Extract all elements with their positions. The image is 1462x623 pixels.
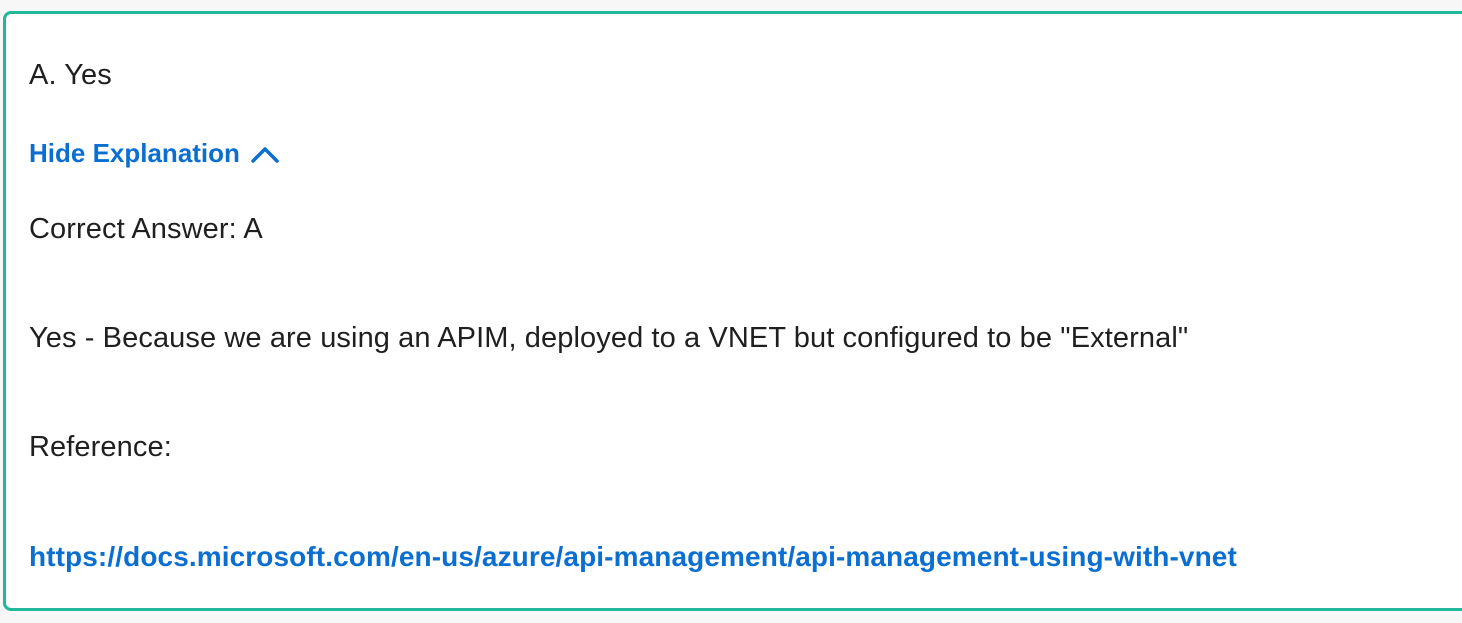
explanation-text: Yes - Because we are using an APIM, depl…	[29, 322, 1189, 354]
reference-label: Reference:	[29, 431, 172, 463]
answer-option: A. Yes	[29, 59, 112, 91]
reference-link[interactable]: https://docs.microsoft.com/en-us/azure/a…	[29, 541, 1237, 573]
hide-explanation-label: Hide Explanation	[29, 138, 240, 168]
hide-explanation-button[interactable]: Hide Explanation	[29, 138, 280, 169]
chevron-up-icon	[251, 146, 279, 163]
question-card: A. Yes Hide Explanation Correct Answer: …	[3, 11, 1462, 611]
correct-answer-text: Correct Answer: A	[29, 213, 263, 245]
